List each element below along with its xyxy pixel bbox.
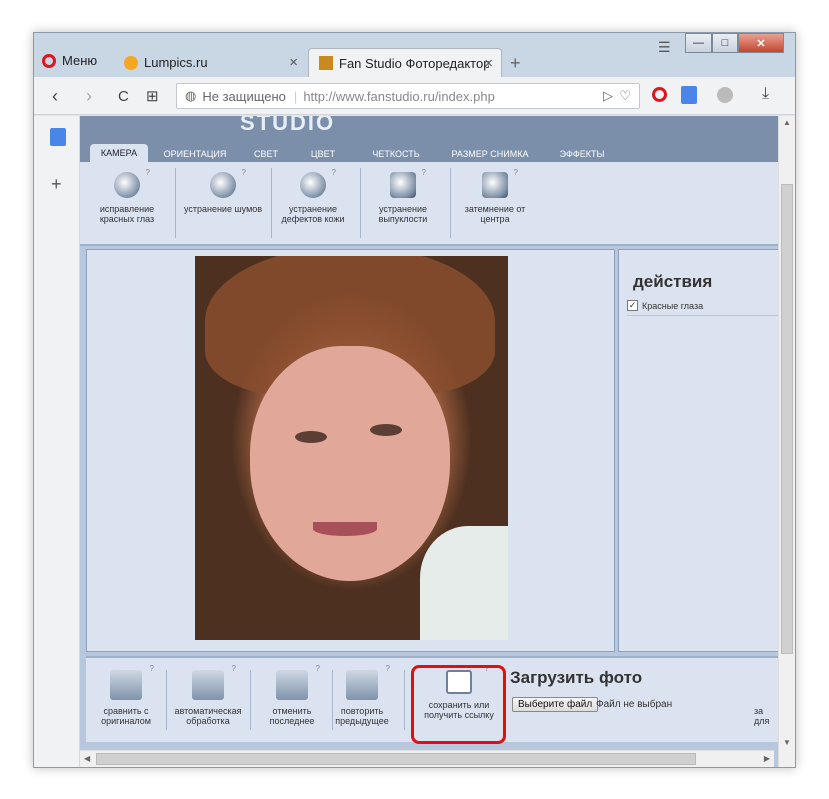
mouth xyxy=(313,522,377,536)
choose-file-button[interactable]: Выберите файл xyxy=(512,697,599,712)
site-tab-orientation[interactable]: ОРИЕНТАЦИЯ xyxy=(152,146,238,162)
tab-label: Lumpics.ru xyxy=(144,55,208,70)
upload-title: Загрузить фото xyxy=(510,668,643,687)
add-sidebar-button[interactable]: + xyxy=(51,174,62,195)
vignette-icon xyxy=(482,172,508,198)
site-tab-sharpness[interactable]: ЧЕТКОСТЬ xyxy=(356,146,436,162)
tool-red-eye[interactable]: ? исправление красных глаз xyxy=(82,168,172,224)
site-tab-effects[interactable]: ЭФФЕКТЫ xyxy=(544,146,620,162)
address-toolbar: ‹ › C ⊞ ◍ Не защищено | http://www.fanst… xyxy=(34,77,795,115)
download-icon[interactable]: ⤓ xyxy=(762,85,769,103)
scroll-right-icon[interactable]: ▶ xyxy=(764,754,770,763)
scroll-left-icon[interactable]: ◀ xyxy=(84,754,90,763)
tab-close-icon[interactable]: × xyxy=(484,55,493,72)
scroll-up-icon[interactable]: ▲ xyxy=(783,118,791,127)
globe-icon: ◍ xyxy=(185,88,197,103)
scroll-down-icon[interactable]: ▼ xyxy=(783,738,791,747)
tool-vignette[interactable]: ? затемнение от центра xyxy=(450,168,540,224)
left-eye xyxy=(295,431,327,443)
tab-fanstudio[interactable]: Fan Studio Фоторедактор × xyxy=(308,48,502,77)
hscroll-thumb[interactable] xyxy=(96,753,696,765)
translate-extension-icon[interactable] xyxy=(681,86,697,104)
vpn-globe-icon[interactable] xyxy=(717,87,733,103)
send-icon[interactable]: ▷ xyxy=(603,88,613,104)
tool-bulge[interactable]: ? устранение выпуклости xyxy=(358,168,448,224)
orange-favicon-icon xyxy=(124,55,138,70)
highlight-frame xyxy=(411,665,506,744)
tab-bar: Меню Lumpics.ru × Fan Studio Фоторедакто… xyxy=(34,33,795,77)
undo-icon xyxy=(276,670,308,700)
skin-icon xyxy=(300,172,326,198)
bottom-toolbar: ? сравнить с оригиналом ? автоматическая… xyxy=(86,656,791,744)
fanstudio-favicon-icon xyxy=(319,56,333,70)
auto-icon xyxy=(192,670,224,700)
actions-panel: действия ✓ Красные глаза xyxy=(618,249,791,652)
translate-sidebar-icon[interactable] xyxy=(50,128,66,146)
site-tab-camera[interactable]: КАМЕРА xyxy=(90,144,148,162)
heart-icon[interactable]: ♡ xyxy=(619,88,631,104)
url-text: http://www.fanstudio.ru/index.php xyxy=(303,88,495,104)
browser-window: Меню Lumpics.ru × Fan Studio Фоторедакто… xyxy=(33,32,796,768)
bulge-icon xyxy=(390,172,416,198)
opera-sidebar: + xyxy=(34,116,80,767)
tool-noise[interactable]: ? устранение шумов xyxy=(178,168,268,214)
new-tab-button[interactable]: + xyxy=(510,53,521,74)
redo-button[interactable]: ? повторить предыдущее xyxy=(322,662,402,726)
opera-logo-icon xyxy=(42,53,56,68)
checkbox-checked[interactable]: ✓ xyxy=(627,300,638,311)
undo-button[interactable]: ? отменить последнее xyxy=(252,662,332,726)
compare-icon xyxy=(110,670,142,700)
red-eye-icon xyxy=(114,172,140,198)
face-shape xyxy=(250,346,450,581)
security-label: Не защищено xyxy=(202,88,286,104)
shirt xyxy=(420,526,508,640)
photo-work-area xyxy=(86,249,615,652)
tool-skin[interactable]: ? устранение дефектов кожи xyxy=(268,168,358,224)
horizontal-scrollbar[interactable]: ◀ ▶ xyxy=(80,750,774,767)
minimize-button[interactable]: — xyxy=(685,33,712,53)
address-bar[interactable]: ◍ Не защищено | http://www.fanstudio.ru/… xyxy=(176,83,640,109)
speed-dial-icon[interactable]: ⊞ xyxy=(146,87,159,105)
edited-photo xyxy=(195,256,508,640)
maximize-button[interactable]: □ xyxy=(712,33,738,53)
auto-process-button[interactable]: ? автоматическая обработка xyxy=(168,662,248,726)
menu-lines-icon[interactable]: ☰ xyxy=(658,39,671,56)
tab-lumpics[interactable]: Lumpics.ru × xyxy=(114,48,306,77)
actions-title: действия xyxy=(633,272,713,291)
vertical-scrollbar[interactable]: ▲ ▼ xyxy=(778,116,795,767)
tab-label: Fan Studio Фоторедактор xyxy=(339,55,489,71)
compare-button[interactable]: ? сравнить с оригиналом xyxy=(86,662,166,726)
forward-button[interactable]: › xyxy=(86,86,92,107)
next-tool-label[interactable]: за для xyxy=(754,706,778,726)
camera-tools: ? исправление красных глаз ? устранение … xyxy=(80,162,791,246)
menu-label: Меню xyxy=(62,53,98,68)
noise-icon xyxy=(210,172,236,198)
site-tab-light[interactable]: СВЕТ xyxy=(242,146,290,162)
page-content: STUDIO КАМЕРА ОРИЕНТАЦИЯ СВЕТ ЦВЕТ ЧЕТКО… xyxy=(80,116,791,767)
right-eye xyxy=(370,424,402,436)
back-button[interactable]: ‹ xyxy=(52,86,58,107)
site-tab-size[interactable]: РАЗМЕР СНИМКА xyxy=(440,146,540,162)
opera-menu-button[interactable]: Меню xyxy=(42,53,97,68)
opera-extension-icon[interactable] xyxy=(652,87,667,102)
site-logo: STUDIO xyxy=(240,116,336,135)
close-window-button[interactable]: ✕ xyxy=(738,33,784,53)
site-tab-color[interactable]: ЦВЕТ xyxy=(294,146,352,162)
redo-icon xyxy=(346,670,378,700)
scroll-thumb[interactable] xyxy=(781,184,793,654)
file-status: Файл не выбран xyxy=(596,699,673,710)
reload-button[interactable]: C xyxy=(118,88,129,105)
action-item: ✓ Красные глаза xyxy=(627,300,787,316)
tab-close-icon[interactable]: × xyxy=(289,54,298,71)
